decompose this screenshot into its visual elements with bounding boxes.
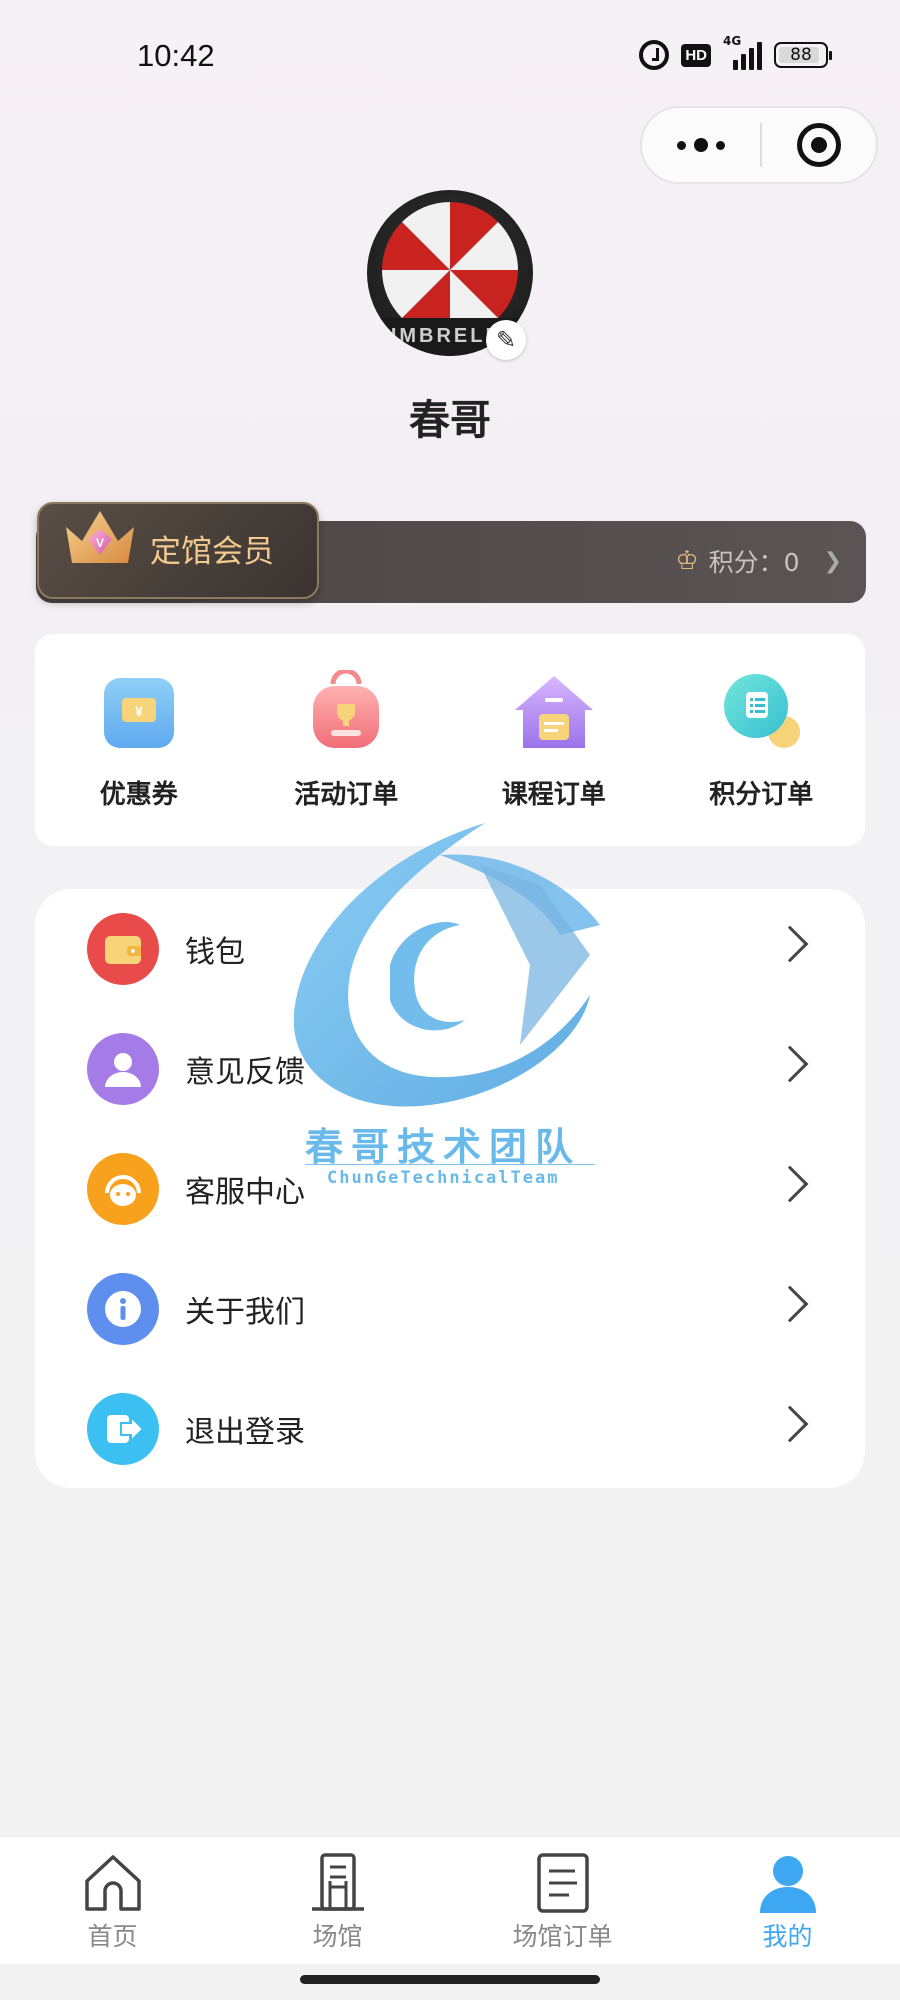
quick-item-course-orders[interactable]: 课程订单 [450,634,658,846]
svg-text:¥: ¥ [135,703,143,719]
status-bar: 10:42 HD 4G 88 [0,0,900,110]
more-icon [677,140,686,150]
battery-icon: 88 [774,42,832,68]
home-indicator[interactable] [300,1975,600,1984]
home-icon [84,1855,141,1911]
chevron-right-icon [771,1285,809,1323]
target-icon [797,123,841,167]
edit-avatar-icon[interactable]: ✎ [486,320,526,360]
crown-outline-icon: ♔ [675,546,699,576]
quick-item-label: 课程订单 [501,780,606,810]
alarm-icon [639,40,670,70]
quick-item-label: 积分订单 [709,780,814,810]
menu-item-wallet[interactable]: 钱包 [35,889,865,1009]
user-icon [759,1856,816,1913]
vip-crown-icon: V [66,511,134,563]
course-house-icon [514,676,593,748]
close-miniprogram-button[interactable] [762,108,876,182]
username: 春哥 [409,396,491,444]
quick-item-label: 优惠券 [99,780,178,810]
menu-card: 钱包 意见反馈 客服中心 关于我们 退出登录 [35,889,865,1488]
quick-item-points-orders[interactable]: 积分订单 [658,634,866,846]
chevron-right-icon [771,1165,809,1203]
chevron-right-icon [771,1405,809,1443]
hd-icon: HD [681,43,711,67]
chevron-right-icon [771,1045,809,1083]
signal-icon: 4G [723,34,762,70]
tab-venue-orders[interactable]: 场馆订单 [450,1837,675,1964]
user-feedback-icon [87,1033,159,1105]
tab-label: 场馆 [312,1922,363,1951]
building-icon [311,1853,364,1911]
tab-home[interactable]: 首页 [0,1837,225,1964]
menu-item-about[interactable]: 关于我们 [35,1249,865,1369]
quick-actions-card: ¥ 优惠券 活动订单 课程订单 积分订单 [35,634,865,846]
info-icon [87,1273,159,1345]
watermark-title: 春哥技术团队 [305,1125,582,1169]
tab-label: 场馆订单 [512,1922,613,1951]
miniprogram-capsule [640,106,878,184]
status-icons: HD 4G 88 [639,34,832,70]
chevron-right-icon: ❯ [823,548,842,574]
member-label: 定馆会员 [150,534,274,570]
menu-item-label: 钱包 [185,935,245,970]
logout-icon [87,1393,159,1465]
quick-item-label: 活动订单 [294,780,399,810]
menu-item-label: 退出登录 [185,1415,305,1450]
order-doc-icon [536,1853,589,1913]
tab-label: 首页 [87,1922,138,1951]
watermark-subtitle: ChunGeTechnicalTeam [327,1168,560,1188]
more-button[interactable] [642,108,760,182]
menu-item-logout[interactable]: 退出登录 [35,1369,865,1489]
quick-item-coupon[interactable]: ¥ 优惠券 [35,634,243,846]
menu-item-label: 关于我们 [185,1295,305,1330]
points-entry[interactable]: ♔ 积分：0 ❯ [675,543,842,579]
tab-label: 我的 [762,1922,813,1951]
menu-item-label: 意见反馈 [185,1055,305,1090]
quick-item-activity-orders[interactable]: 活动订单 [243,634,451,846]
points-doc-icon [724,674,801,748]
menu-item-label: 客服中心 [185,1175,305,1210]
tab-bar: 首页 场馆 场馆订单 我的 [0,1836,900,1964]
svg-text:V: V [96,536,104,550]
status-time: 10:42 [137,38,215,73]
points-label: 积分：0 [708,548,800,577]
menu-item-feedback[interactable]: 意见反馈 [35,1009,865,1129]
tab-mine[interactable]: 我的 [675,1837,900,1964]
tab-venue[interactable]: 场馆 [225,1837,450,1964]
coupon-icon: ¥ [103,678,174,748]
watermark-divider [305,1164,595,1165]
trophy-bag-icon [313,670,380,748]
wallet-icon [87,913,159,985]
battery-level: 88 [790,45,812,65]
headset-icon [87,1153,159,1225]
network-label: 4G [723,34,742,48]
chevron-right-icon [771,925,809,963]
